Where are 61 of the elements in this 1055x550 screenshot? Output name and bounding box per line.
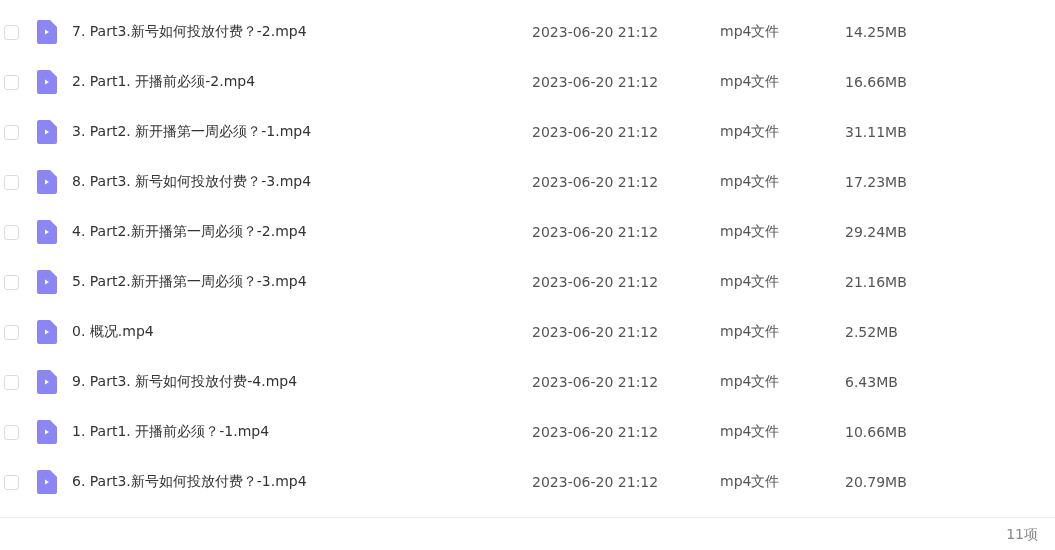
file-name[interactable]: 6. Part3.新号如何投放付费？-1.mp4 — [72, 473, 532, 491]
modified-date: 2023-06-20 21:12 — [532, 324, 660, 340]
modified-date: 2023-06-20 21:12 — [532, 74, 660, 90]
checkbox[interactable] — [4, 174, 19, 190]
file-size: 10.66MB — [845, 424, 907, 440]
checkbox[interactable] — [4, 474, 19, 490]
video-file-icon — [37, 420, 57, 444]
file-name[interactable]: 2. Part1. 开播前必须-2.mp4 — [72, 73, 532, 91]
file-type: mp4文件 — [720, 23, 781, 41]
file-type: mp4文件 — [720, 473, 781, 491]
file-size: 16.66MB — [845, 74, 907, 90]
file-type: mp4文件 — [720, 373, 781, 391]
file-size: 17.23MB — [845, 174, 907, 190]
checkbox[interactable] — [4, 324, 19, 340]
modified-date: 2023-06-20 21:12 — [532, 374, 660, 390]
file-type: mp4文件 — [720, 123, 781, 141]
modified-date: 2023-06-20 21:12 — [532, 174, 660, 190]
file-name[interactable]: 0. 概况.mp4 — [72, 323, 532, 341]
video-file-icon — [37, 120, 57, 144]
video-file-icon — [37, 220, 57, 244]
checkbox[interactable] — [4, 224, 19, 240]
checkbox[interactable] — [4, 424, 19, 440]
file-type: mp4文件 — [720, 173, 781, 191]
file-type: mp4文件 — [720, 273, 781, 291]
modified-date: 2023-06-20 21:12 — [532, 24, 660, 40]
modified-date: 2023-06-20 21:12 — [532, 424, 660, 440]
checkbox[interactable] — [4, 74, 19, 90]
checkbox[interactable] — [4, 24, 19, 40]
checkbox[interactable] — [4, 374, 19, 390]
modified-date: 2023-06-20 21:12 — [532, 224, 660, 240]
file-size: 21.16MB — [845, 274, 907, 290]
file-type: mp4文件 — [720, 323, 781, 341]
file-size: 2.52MB — [845, 324, 898, 340]
video-file-icon — [37, 320, 57, 344]
file-name[interactable]: 4. Part2.新开播第一周必须？-2.mp4 — [72, 223, 532, 241]
file-size: 31.11MB — [845, 124, 907, 140]
file-name[interactable]: 3. Part2. 新开播第一周必须？-1.mp4 — [72, 123, 532, 141]
video-file-icon — [37, 370, 57, 394]
file-name[interactable]: 5. Part2.新开播第一周必须？-3.mp4 — [72, 273, 532, 291]
file-name[interactable]: 9. Part3. 新号如何投放付费-4.mp4 — [72, 373, 532, 391]
file-name[interactable]: 7. Part3.新号如何投放付费？-2.mp4 — [72, 23, 532, 41]
file-size: 20.79MB — [845, 474, 907, 490]
item-count: 11项 — [1006, 525, 1038, 544]
file-type: mp4文件 — [720, 223, 781, 241]
video-file-icon — [37, 270, 57, 294]
file-name[interactable]: 8. Part3. 新号如何投放付费？-3.mp4 — [72, 173, 532, 191]
file-type: mp4文件 — [720, 423, 781, 441]
video-file-icon — [37, 20, 57, 44]
file-size: 29.24MB — [845, 224, 907, 240]
modified-date: 2023-06-20 21:12 — [532, 474, 660, 490]
video-file-icon — [37, 70, 57, 94]
file-size: 14.25MB — [845, 24, 907, 40]
video-file-icon — [37, 170, 57, 194]
file-name[interactable]: 1. Part1. 开播前必须？-1.mp4 — [72, 423, 532, 441]
file-type: mp4文件 — [720, 73, 781, 91]
video-file-icon — [37, 470, 57, 494]
modified-date: 2023-06-20 21:12 — [532, 274, 660, 290]
checkbox[interactable] — [4, 274, 19, 290]
checkbox[interactable] — [4, 124, 19, 140]
file-size: 6.43MB — [845, 374, 898, 390]
modified-date: 2023-06-20 21:12 — [532, 124, 660, 140]
